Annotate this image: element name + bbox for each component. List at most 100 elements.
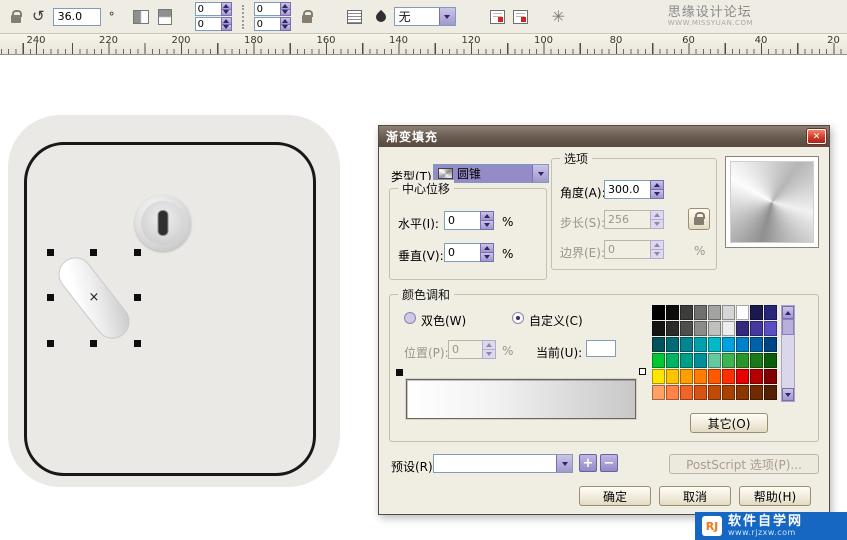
palette-swatch[interactable] xyxy=(750,385,763,400)
gradient-end-node[interactable] xyxy=(639,368,646,375)
copy-outline-icon[interactable] xyxy=(513,10,528,24)
palette-swatch[interactable] xyxy=(666,337,679,352)
two-color-radio[interactable] xyxy=(404,312,416,324)
scroll-down-icon[interactable] xyxy=(782,388,794,401)
palette-swatch[interactable] xyxy=(652,385,665,400)
spin-down-icon[interactable] xyxy=(480,221,494,230)
palette-swatch[interactable] xyxy=(708,305,721,320)
lock-icon[interactable] xyxy=(8,8,24,26)
palette-swatch[interactable] xyxy=(666,385,679,400)
spin-up-icon[interactable] xyxy=(480,211,494,221)
selection-handle[interactable] xyxy=(134,249,141,256)
palette-swatch[interactable] xyxy=(736,385,749,400)
customize-icon[interactable]: ✳ xyxy=(552,9,565,25)
spin-down-icon[interactable] xyxy=(221,10,232,17)
palette-swatch[interactable] xyxy=(680,385,693,400)
palette-swatch[interactable] xyxy=(666,321,679,336)
dialog-titlebar[interactable]: 渐变填充 ✕ xyxy=(379,126,829,147)
palette-swatch[interactable] xyxy=(722,353,735,368)
text-wrap-icon[interactable] xyxy=(347,10,362,24)
dropdown-arrow-icon[interactable] xyxy=(532,165,548,182)
spin-up-icon[interactable] xyxy=(221,2,232,10)
palette-swatch[interactable] xyxy=(736,353,749,368)
palette-swatch[interactable] xyxy=(694,337,707,352)
coord-y1-input[interactable] xyxy=(195,17,221,31)
remove-preset-button[interactable]: − xyxy=(600,454,618,472)
undo-icon[interactable]: ↺ xyxy=(32,9,45,24)
palette-swatch[interactable] xyxy=(694,353,707,368)
palette-swatch[interactable] xyxy=(652,369,665,384)
cancel-button[interactable]: 取消 xyxy=(659,486,731,506)
spin-down-icon[interactable] xyxy=(280,10,291,17)
coord-y1-spinner[interactable] xyxy=(195,17,232,31)
palette-swatch[interactable] xyxy=(694,385,707,400)
palette-swatch[interactable] xyxy=(722,321,735,336)
coord-y2-spinner[interactable] xyxy=(254,17,291,31)
palette-swatch[interactable] xyxy=(722,385,735,400)
palette-swatch[interactable] xyxy=(764,305,777,320)
selection-handle[interactable] xyxy=(134,294,141,301)
spin-down-icon[interactable] xyxy=(650,190,664,199)
palette-swatch[interactable] xyxy=(708,353,721,368)
palette-swatch[interactable] xyxy=(666,353,679,368)
coord-x1-input[interactable] xyxy=(195,2,221,16)
gradient-start-node[interactable] xyxy=(396,369,403,376)
palette-swatch[interactable] xyxy=(680,321,693,336)
selected-object[interactable]: × xyxy=(50,252,138,344)
selection-handle[interactable] xyxy=(90,340,97,347)
palette-swatch[interactable] xyxy=(652,353,665,368)
coord-x2-input[interactable] xyxy=(254,2,280,16)
coord-x2-spinner[interactable] xyxy=(254,2,291,16)
palette-swatch[interactable] xyxy=(666,305,679,320)
spin-down-icon[interactable] xyxy=(480,253,494,262)
copy-fill-icon[interactable] xyxy=(490,10,505,24)
palette-swatch[interactable] xyxy=(764,337,777,352)
custom-radio[interactable] xyxy=(512,312,524,324)
mirror-horizontal-icon[interactable] xyxy=(133,10,149,24)
ratio-lock-icon[interactable] xyxy=(299,8,315,26)
palette-swatch[interactable] xyxy=(722,369,735,384)
palette-swatch[interactable] xyxy=(708,337,721,352)
palette-swatch[interactable] xyxy=(722,337,735,352)
palette-swatch[interactable] xyxy=(708,321,721,336)
gradient-strip[interactable] xyxy=(406,379,636,419)
selection-handle[interactable] xyxy=(134,340,141,347)
coord-y2-input[interactable] xyxy=(254,17,280,31)
palette-swatch[interactable] xyxy=(750,369,763,384)
palette-swatch[interactable] xyxy=(736,337,749,352)
palette-swatch[interactable] xyxy=(750,321,763,336)
palette-swatch[interactable] xyxy=(694,305,707,320)
angle-spinner[interactable] xyxy=(604,180,664,199)
palette-swatch[interactable] xyxy=(722,305,735,320)
selection-handle[interactable] xyxy=(47,294,54,301)
palette-swatch[interactable] xyxy=(764,321,777,336)
palette-swatch[interactable] xyxy=(764,369,777,384)
palette-swatch[interactable] xyxy=(680,353,693,368)
palette-swatch[interactable] xyxy=(680,337,693,352)
palette-swatch[interactable] xyxy=(750,337,763,352)
rotation-angle-input[interactable] xyxy=(53,8,101,26)
scroll-thumb[interactable] xyxy=(782,319,794,335)
palette-swatch[interactable] xyxy=(764,385,777,400)
palette-swatch[interactable] xyxy=(680,369,693,384)
ok-button[interactable]: 确定 xyxy=(579,486,651,506)
mirror-vertical-icon[interactable] xyxy=(158,9,172,25)
keyhole-object[interactable] xyxy=(135,195,191,251)
palette-swatch[interactable] xyxy=(652,305,665,320)
spin-up-icon[interactable] xyxy=(221,17,232,25)
selection-handle[interactable] xyxy=(47,340,54,347)
coord-x1-spinner[interactable] xyxy=(195,2,232,16)
horizontal-input[interactable] xyxy=(444,211,480,230)
outline-width-dropdown[interactable]: 无 xyxy=(394,7,456,26)
presets-dropdown[interactable] xyxy=(433,454,573,473)
scroll-up-icon[interactable] xyxy=(782,306,794,319)
current-color-swatch[interactable] xyxy=(586,340,616,357)
palette-swatch[interactable] xyxy=(666,369,679,384)
spin-down-icon[interactable] xyxy=(280,25,291,32)
palette-swatch[interactable] xyxy=(736,305,749,320)
palette-scrollbar[interactable] xyxy=(781,305,795,402)
palette-swatch[interactable] xyxy=(652,321,665,336)
palette-swatch[interactable] xyxy=(680,305,693,320)
horizontal-spinner[interactable] xyxy=(444,211,494,230)
palette-swatch[interactable] xyxy=(708,369,721,384)
